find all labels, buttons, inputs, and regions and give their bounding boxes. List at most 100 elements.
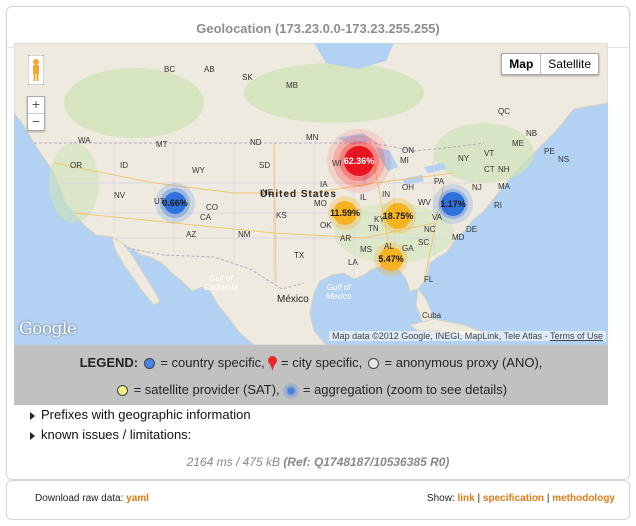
- cluster-label-satellite: 11.59%: [329, 208, 361, 218]
- map-label: VA: [432, 213, 443, 222]
- footer: Download raw data: yaml Show: link | spe…: [6, 480, 630, 520]
- link-link[interactable]: link: [458, 493, 475, 504]
- expander-known-issues[interactable]: known issues / limitations:: [30, 427, 191, 442]
- map-label: GA: [402, 244, 414, 253]
- download-label: Download raw data:: [35, 493, 124, 504]
- label-cuba: Cuba: [422, 311, 442, 320]
- expander-label: known issues / limitations:: [41, 427, 192, 442]
- map-label: CA: [200, 213, 212, 222]
- timing-info: 2164 ms / 475 kB (Ref: Q1748187/10536385…: [0, 455, 636, 469]
- map-label: AR: [340, 234, 352, 243]
- map-label: NY: [458, 154, 470, 163]
- map-label: NB: [526, 129, 538, 138]
- map-label: MS: [360, 245, 372, 254]
- map-type-control: Map Satellite: [501, 53, 599, 75]
- legend-city: = city specific,: [277, 355, 363, 370]
- label-gulf-of-mexico: Gulf of Mexico: [326, 283, 352, 301]
- expand-arrow-icon: [30, 431, 35, 440]
- terms-of-use-link[interactable]: Terms of Use: [550, 331, 603, 341]
- legend-heading: LEGEND:: [79, 355, 139, 370]
- ref-text: (Ref: Q1748187/10536385 R0): [283, 455, 450, 469]
- map-label: LA: [348, 258, 358, 267]
- map-label: SC: [418, 238, 430, 247]
- map-label: ND: [250, 138, 262, 147]
- map-label: OK: [320, 221, 332, 230]
- map-label: CO: [206, 203, 218, 212]
- anon-dot-icon: [367, 358, 379, 370]
- methodology-link[interactable]: methodology: [552, 493, 615, 504]
- map-label: TX: [294, 251, 305, 260]
- legend-aggregation: = aggregation (zoom to see details): [299, 382, 508, 397]
- map-label: IA: [320, 180, 328, 189]
- label-united-states: United States: [260, 189, 337, 200]
- map-label: WY: [192, 166, 205, 175]
- legend-country: = country specific,: [156, 355, 265, 370]
- map-label: ON: [402, 146, 414, 155]
- map-label: AL: [384, 242, 394, 251]
- map-label: CT: [484, 165, 495, 174]
- geolocation-map[interactable]: BC AB SK MB WA MT ND MN OR ID WY SD WI M…: [14, 43, 608, 345]
- satellite-dot-icon: [116, 385, 128, 397]
- map-type-map-button[interactable]: Map: [502, 54, 542, 74]
- map-label: MO: [314, 199, 327, 208]
- map-label: WV: [418, 198, 431, 207]
- zoom-control: + −: [27, 96, 45, 131]
- map-label: NS: [558, 155, 570, 164]
- map-label: NH: [498, 165, 510, 174]
- map-label: FL: [424, 275, 434, 284]
- legend: LEGEND: = country specific, = city speci…: [14, 345, 608, 405]
- map-attribution: Map data ©2012 Google, INEGI, MapLink, T…: [329, 331, 606, 341]
- map-label: VT: [484, 149, 495, 158]
- map-label: OH: [402, 183, 414, 192]
- map-label: TN: [368, 224, 379, 233]
- map-label: PE: [544, 147, 555, 156]
- label-mexico: México: [277, 294, 309, 305]
- specification-link[interactable]: specification: [483, 493, 544, 504]
- legend-anon: = anonymous proxy (ANO),: [380, 355, 543, 370]
- map-type-satellite-button[interactable]: Satellite: [541, 54, 598, 74]
- cluster-label-city: 62.36%: [343, 156, 375, 166]
- map-label: MN: [306, 133, 319, 142]
- separator: |: [546, 493, 550, 504]
- map-label: PA: [434, 177, 445, 186]
- expand-arrow-icon: [30, 411, 35, 420]
- map-label: NV: [114, 191, 126, 200]
- label-gulf-of-california: Gulf of California: [204, 274, 238, 292]
- map-label: QC: [498, 107, 510, 116]
- map-label: KS: [276, 211, 287, 220]
- map-label: NM: [238, 230, 251, 239]
- map-label: AZ: [186, 230, 197, 239]
- expander-label: Prefixes with geographic information: [41, 407, 251, 422]
- map-label: OR: [70, 161, 82, 170]
- map-label: SK: [242, 73, 253, 82]
- map-label: MD: [452, 233, 465, 242]
- map-label: MT: [156, 140, 168, 149]
- cluster-label-country: 0.66%: [162, 198, 188, 208]
- expander-prefixes[interactable]: Prefixes with geographic information: [30, 407, 251, 422]
- zoom-out-button[interactable]: −: [28, 114, 44, 130]
- aggregation-icon: [283, 382, 300, 399]
- show-label: Show:: [426, 493, 455, 504]
- google-logo: Google: [19, 319, 77, 339]
- map-label: IL: [360, 193, 367, 202]
- zoom-in-button[interactable]: +: [28, 97, 44, 114]
- map-label: MI: [400, 156, 409, 165]
- cluster-label-satellite: 18.75%: [382, 211, 414, 221]
- timing-text: 2164 ms / 475 kB: [186, 455, 280, 469]
- map-label: AB: [204, 65, 215, 74]
- legend-satellite: = satellite provider (SAT),: [129, 382, 280, 397]
- map-label: MA: [498, 182, 510, 191]
- yaml-download-link[interactable]: yaml: [126, 493, 149, 504]
- map-label: RI: [494, 201, 502, 210]
- map-label: IN: [382, 190, 390, 199]
- pegman-icon[interactable]: [28, 55, 44, 85]
- map-label: NC: [424, 225, 436, 234]
- attribution-text: Map data ©2012 Google, INEGI, MapLink, T…: [332, 331, 550, 341]
- country-dot-icon: [143, 358, 155, 370]
- legend-row-1: LEGEND: = country specific, = city speci…: [14, 355, 608, 372]
- map-label: MB: [286, 81, 298, 90]
- panel-title: Geolocation (173.23.0.0-173.23.255.255): [196, 21, 440, 36]
- download-section: Download raw data: yaml: [35, 493, 149, 504]
- map-label: WI: [332, 159, 342, 168]
- show-section: Show: link | specification | methodology: [427, 493, 615, 504]
